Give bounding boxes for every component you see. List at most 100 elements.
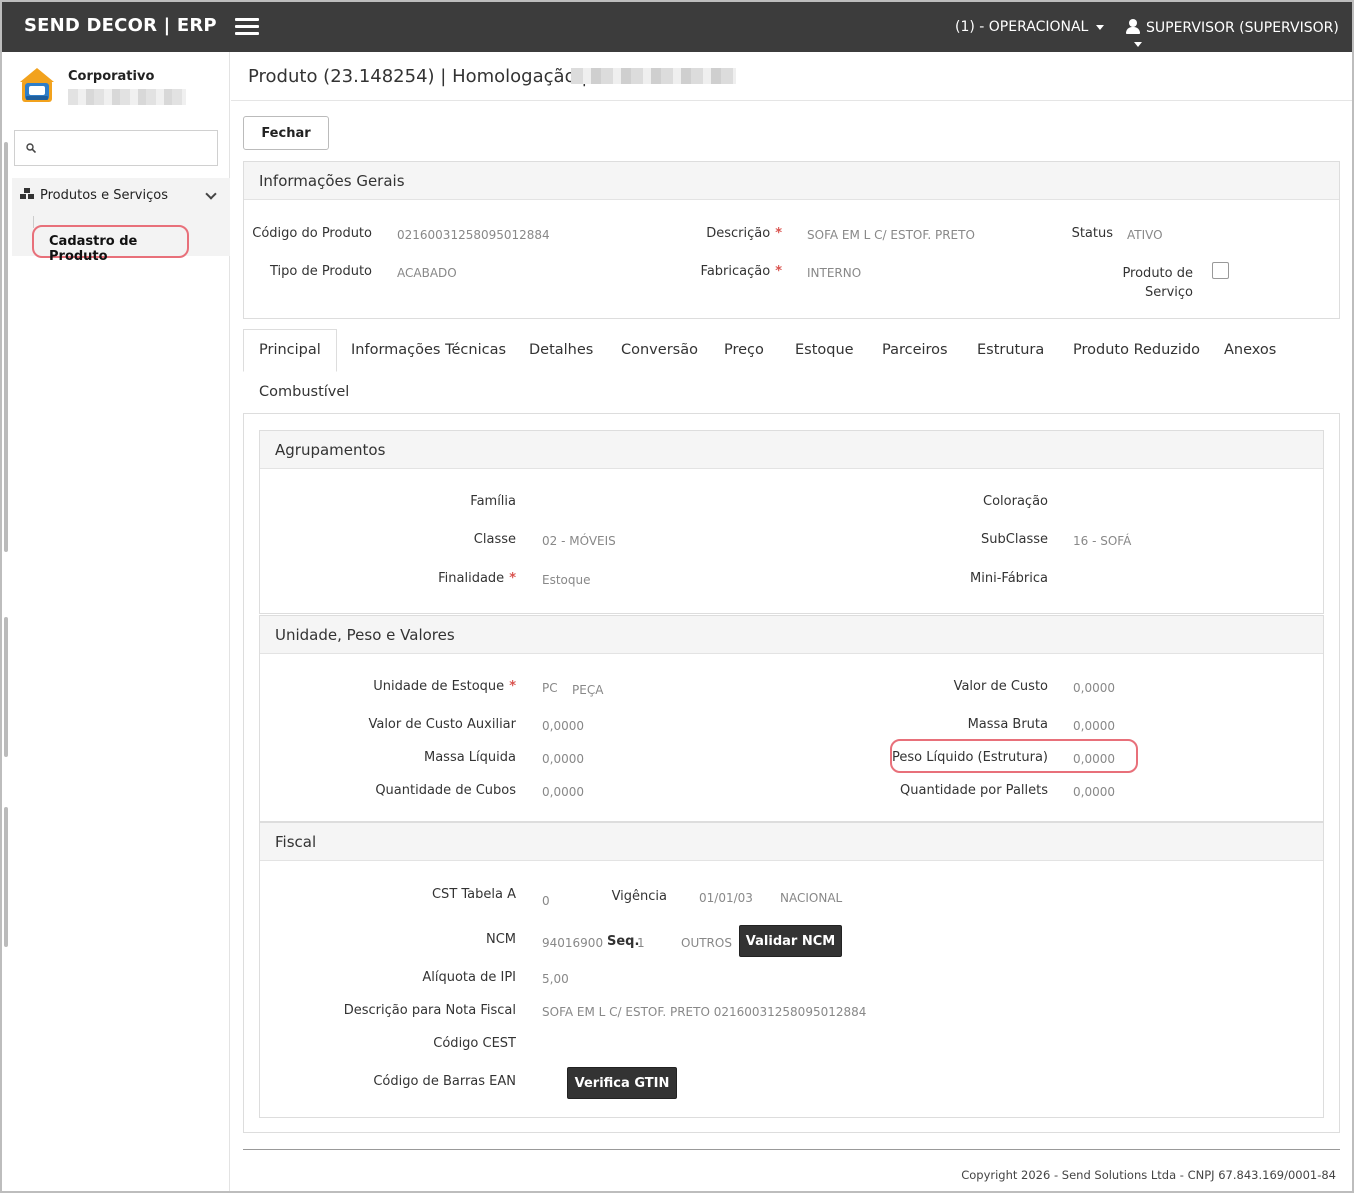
valor-custo-label: Valor de Custo	[953, 679, 1048, 694]
sidebar-search-input[interactable]	[14, 130, 218, 166]
panel-heading: Unidade, Peso e Valores	[260, 616, 1323, 654]
environment-dropdown[interactable]: (1) - OPERACIONAL	[955, 19, 1105, 35]
tipo-produto-label: Tipo de Produto	[269, 264, 372, 279]
origem-value: NACIONAL	[780, 891, 843, 905]
close-button[interactable]: Fechar	[243, 116, 329, 150]
tab-detalhes[interactable]: Detalhes	[529, 342, 593, 358]
seq-label: Seq.	[607, 934, 640, 949]
user-label: SUPERVISOR (SUPERVISOR)	[1146, 20, 1339, 36]
tab-estrutura[interactable]: Estrutura	[977, 342, 1044, 358]
panel-heading: Agrupamentos	[260, 431, 1323, 469]
unidade-code-value: PC	[542, 681, 558, 695]
org-subtitle-redacted	[68, 89, 186, 105]
footer-copyright: Copyright 2026 - Send Solutions Ltda - C…	[961, 1168, 1336, 1182]
quantidade-pallets-value: 0,0000	[1073, 785, 1115, 799]
caret-down-icon	[1134, 41, 1142, 47]
fiscal-panel: Fiscal CST Tabela A 0 Vigência 01/01/03 …	[259, 822, 1324, 1118]
search-icon	[26, 143, 36, 153]
tab-estoque[interactable]: Estoque	[795, 342, 854, 358]
produto-servico-label: Produto de Serviço	[1122, 266, 1193, 300]
produto-servico-checkbox[interactable]	[1212, 262, 1229, 279]
tree-line	[33, 216, 34, 228]
tab-combustivel[interactable]: Combustível	[259, 384, 349, 400]
quantidade-cubos-value: 0,0000	[542, 785, 584, 799]
valor-custo-value: 0,0000	[1073, 681, 1115, 695]
chevron-down-icon[interactable]	[205, 188, 217, 200]
tab-produto-reduzido[interactable]: Produto Reduzido	[1073, 342, 1200, 358]
massa-bruta-label: Massa Bruta	[967, 717, 1048, 732]
codigo-produto-label: Código do Produto	[252, 226, 372, 241]
environment-label: (1) - OPERACIONAL	[955, 19, 1089, 35]
descricao-nf-value: SOFA EM L C/ ESTOF. PRETO 02160031258095…	[542, 1005, 867, 1019]
unidade-peso-valores-panel: Unidade, Peso e Valores Unidade de Estoq…	[259, 615, 1324, 822]
status-label: Status	[1071, 226, 1113, 241]
cest-label: Código CEST	[433, 1036, 516, 1051]
tab-informacoes-tecnicas[interactable]: Informações Técnicas	[351, 342, 506, 358]
subclasse-label: SubClasse	[981, 532, 1048, 547]
tab-preco[interactable]: Preço	[724, 342, 764, 358]
valor-custo-auxiliar-value: 0,0000	[542, 719, 584, 733]
brand-title[interactable]: SEND DECOR | ERP	[24, 15, 217, 36]
finalidade-value: Estoque	[542, 573, 591, 587]
footer-divider	[243, 1149, 1340, 1150]
peso-liquido-value: 0,0000	[1073, 752, 1115, 766]
classe-value: 02 - MÓVEIS	[542, 534, 616, 548]
menu-group-label: Produtos e Serviços	[40, 188, 168, 203]
minifabrica-label: Mini-Fábrica	[970, 571, 1048, 586]
tipo-produto-value: ACABADO	[397, 266, 457, 280]
ncm-outros-value: OUTROS	[681, 936, 732, 950]
massa-liquida-label: Massa Líquida	[423, 750, 516, 765]
tab-principal[interactable]: Principal	[243, 329, 337, 372]
tab-parceiros[interactable]: Parceiros	[882, 342, 948, 358]
menu-group-header[interactable]: Produtos e Serviços	[20, 188, 168, 203]
caret-down-icon	[1096, 24, 1105, 30]
ipi-label: Alíquota de IPI	[422, 970, 516, 985]
agrupamentos-panel: Agrupamentos Família Coloração Classe 02…	[259, 430, 1324, 614]
user-icon	[1126, 19, 1140, 34]
coloracao-label: Coloração	[983, 494, 1048, 509]
fabricacao-value: INTERNO	[807, 266, 862, 280]
tab-bar: Principal Informações Técnicas Detalhes …	[243, 329, 1340, 414]
user-dropdown[interactable]: SUPERVISOR (SUPERVISOR)	[1126, 19, 1352, 52]
unidade-estoque-label: Unidade de Estoque *	[373, 679, 516, 694]
top-bar: SEND DECOR | ERP (1) - OPERACIONAL SUPER…	[2, 2, 1352, 52]
quantidade-pallets-label: Quantidade por Pallets	[900, 783, 1048, 798]
subclasse-value: 16 - SOFÁ	[1073, 534, 1132, 548]
finalidade-label: Finalidade *	[438, 571, 516, 586]
descricao-nf-label: Descrição para Nota Fiscal	[343, 1003, 516, 1018]
sidebar-item-cadastro-produto[interactable]: Cadastro de Produto	[32, 225, 189, 264]
cst-value: 0	[542, 894, 550, 908]
company-logo-icon	[20, 68, 54, 102]
divider	[231, 100, 1352, 101]
ipi-value: 5,00	[542, 972, 569, 986]
sidebar: Corporativo Produtos e Serviços Cadastro…	[2, 52, 230, 1191]
app-window: SEND DECOR | ERP (1) - OPERACIONAL SUPER…	[0, 0, 1354, 1193]
status-value: ATIVO	[1127, 228, 1163, 242]
main-content: Produto (23.148254) | Homologação | Fech…	[231, 52, 1352, 1191]
tab-conversao[interactable]: Conversão	[621, 342, 698, 358]
descricao-label: Descrição *	[706, 226, 782, 241]
codigo-produto-value: 02160031258095012884	[397, 228, 550, 242]
seq-value: 1	[637, 936, 645, 950]
panel-heading: Informações Gerais	[244, 162, 1339, 200]
descricao-value: SOFA EM L C/ ESTOF. PRETO	[807, 228, 975, 242]
page-title-redacted	[571, 68, 736, 84]
menu-group-produtos-servicos[interactable]: Produtos e Serviços Cadastro de Produto	[12, 178, 230, 264]
sidebar-scrollbar[interactable]	[4, 52, 8, 1191]
cst-label: CST Tabela A	[431, 887, 516, 902]
massa-liquida-value: 0,0000	[542, 752, 584, 766]
tab-anexos[interactable]: Anexos	[1224, 342, 1276, 358]
classe-label: Classe	[473, 532, 516, 547]
validar-ncm-button[interactable]: Validar NCM	[739, 925, 842, 957]
verifica-gtin-button[interactable]: Verifica GTIN	[567, 1067, 677, 1099]
familia-label: Família	[470, 494, 516, 509]
panel-heading: Fiscal	[260, 823, 1323, 861]
menu-toggle-icon[interactable]	[235, 18, 259, 36]
quantidade-cubos-label: Quantidade de Cubos	[375, 783, 516, 798]
general-info-panel: Informações Gerais Código do Produto 021…	[243, 161, 1340, 319]
page-title: Produto (23.148254) | Homologação |	[248, 66, 588, 87]
fabricacao-label: Fabricação *	[700, 264, 782, 279]
org-name: Corporativo	[68, 69, 155, 84]
ncm-value: 94016900	[542, 936, 604, 950]
vigencia-value: 01/01/03	[699, 891, 753, 905]
